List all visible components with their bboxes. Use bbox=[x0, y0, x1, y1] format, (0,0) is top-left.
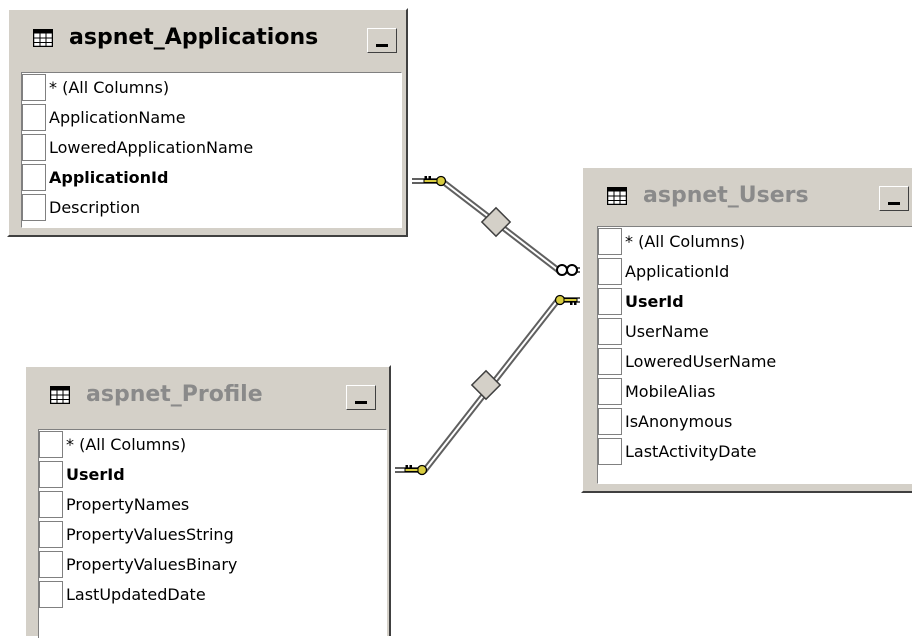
minimize-icon[interactable] bbox=[879, 186, 909, 211]
table-grid-icon bbox=[33, 29, 53, 47]
column-name: PropertyValuesBinary bbox=[66, 555, 238, 574]
table-grid-icon bbox=[607, 187, 627, 205]
column-row[interactable]: PropertyNames bbox=[39, 490, 386, 520]
column-name: ApplicationId bbox=[625, 262, 730, 281]
column-list[interactable]: * (All Columns) UserId PropertyNames Pro… bbox=[38, 429, 387, 638]
column-row[interactable]: * (All Columns) bbox=[39, 430, 386, 460]
minimize-icon[interactable] bbox=[367, 28, 397, 53]
column-checkbox[interactable] bbox=[598, 348, 622, 375]
relationship-applications-users[interactable] bbox=[412, 175, 580, 276]
key-icon bbox=[554, 294, 578, 306]
minimize-icon[interactable] bbox=[346, 385, 376, 410]
table-grid-icon bbox=[50, 386, 70, 404]
column-row[interactable]: PropertyValuesBinary bbox=[39, 550, 386, 580]
column-checkbox[interactable] bbox=[598, 318, 622, 345]
column-checkbox[interactable] bbox=[39, 431, 63, 458]
table-header[interactable]: aspnet_Users bbox=[583, 168, 912, 224]
column-checkbox[interactable] bbox=[39, 551, 63, 578]
infinity-icon bbox=[556, 264, 578, 276]
relationship-diamond bbox=[470, 369, 502, 401]
table-title: aspnet_Users bbox=[643, 183, 809, 208]
column-name: UserName bbox=[625, 322, 709, 341]
column-name: * (All Columns) bbox=[49, 78, 170, 97]
column-name: LastActivityDate bbox=[625, 442, 757, 461]
column-checkbox[interactable] bbox=[598, 258, 622, 285]
column-row[interactable]: ApplicationId bbox=[598, 257, 912, 287]
column-row[interactable]: ApplicationName bbox=[22, 103, 401, 133]
relationship-users-profile[interactable] bbox=[395, 294, 580, 476]
key-icon bbox=[404, 464, 428, 476]
column-name: PropertyValuesString bbox=[66, 525, 234, 544]
column-name: ApplicationName bbox=[49, 108, 186, 127]
table-title: aspnet_Profile bbox=[86, 382, 263, 407]
column-name: LoweredApplicationName bbox=[49, 138, 254, 157]
column-row[interactable]: * (All Columns) bbox=[598, 227, 912, 257]
column-name: * (All Columns) bbox=[66, 435, 187, 454]
column-list[interactable]: * (All Columns) ApplicationName LoweredA… bbox=[21, 72, 402, 228]
table-aspnet-applications[interactable]: aspnet_Applications * (All Columns) Appl… bbox=[7, 8, 408, 237]
column-checkbox[interactable] bbox=[22, 134, 46, 161]
column-name: LoweredUserName bbox=[625, 352, 777, 371]
column-checkbox[interactable] bbox=[22, 74, 46, 101]
column-row[interactable]: LoweredApplicationName bbox=[22, 133, 401, 163]
column-checkbox[interactable] bbox=[598, 228, 622, 255]
key-icon bbox=[423, 175, 447, 187]
primary-key-column-name: ApplicationId bbox=[49, 168, 169, 187]
column-checkbox[interactable] bbox=[39, 521, 63, 548]
column-name: Description bbox=[49, 198, 141, 217]
column-checkbox[interactable] bbox=[22, 194, 46, 221]
column-row[interactable]: Description bbox=[22, 193, 401, 223]
table-title: aspnet_Applications bbox=[69, 25, 319, 50]
column-checkbox[interactable] bbox=[598, 378, 622, 405]
column-row[interactable]: * (All Columns) bbox=[22, 73, 401, 103]
table-header[interactable]: aspnet_Applications bbox=[9, 10, 406, 66]
primary-key-column-name: UserId bbox=[625, 292, 684, 311]
column-name: MobileAlias bbox=[625, 382, 716, 401]
column-checkbox[interactable] bbox=[39, 461, 63, 488]
column-list[interactable]: * (All Columns) ApplicationId UserId Use… bbox=[597, 226, 912, 484]
relationship-diamond bbox=[480, 206, 512, 238]
column-name: * (All Columns) bbox=[625, 232, 746, 251]
column-row[interactable]: LoweredUserName bbox=[598, 347, 912, 377]
table-aspnet-users[interactable]: aspnet_Users * (All Columns) Application… bbox=[581, 166, 912, 493]
column-row[interactable]: UserId bbox=[598, 287, 912, 317]
column-name: PropertyNames bbox=[66, 495, 190, 514]
column-row[interactable]: IsAnonymous bbox=[598, 407, 912, 437]
column-row[interactable]: LastUpdatedDate bbox=[39, 580, 386, 610]
column-checkbox[interactable] bbox=[39, 581, 63, 608]
column-row[interactable]: UserId bbox=[39, 460, 386, 490]
column-name: LastUpdatedDate bbox=[66, 585, 206, 604]
column-row[interactable]: ApplicationId bbox=[22, 163, 401, 193]
column-row[interactable]: UserName bbox=[598, 317, 912, 347]
column-checkbox[interactable] bbox=[39, 491, 63, 518]
column-row[interactable]: PropertyValuesString bbox=[39, 520, 386, 550]
column-checkbox[interactable] bbox=[598, 288, 622, 315]
column-row[interactable]: LastActivityDate bbox=[598, 437, 912, 467]
table-header[interactable]: aspnet_Profile bbox=[26, 367, 389, 423]
column-checkbox[interactable] bbox=[22, 104, 46, 131]
column-checkbox[interactable] bbox=[598, 408, 622, 435]
column-name: IsAnonymous bbox=[625, 412, 733, 431]
column-checkbox[interactable] bbox=[22, 164, 46, 191]
column-checkbox[interactable] bbox=[598, 438, 622, 465]
table-aspnet-profile[interactable]: aspnet_Profile * (All Columns) UserId Pr… bbox=[24, 365, 391, 638]
column-row[interactable]: MobileAlias bbox=[598, 377, 912, 407]
primary-key-column-name: UserId bbox=[66, 465, 125, 484]
